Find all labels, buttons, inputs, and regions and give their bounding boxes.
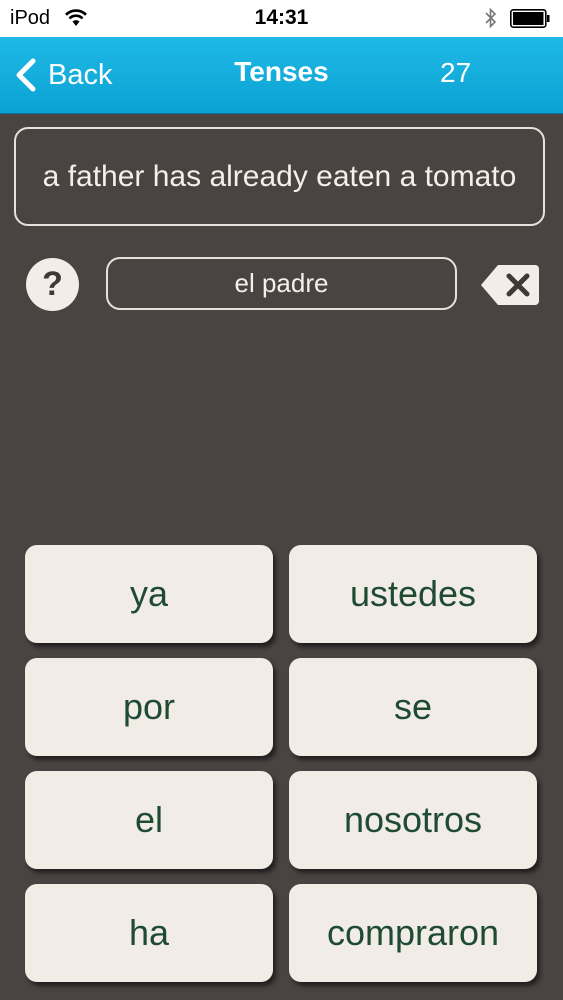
word-button[interactable]: nosotros [289,771,537,869]
answer-field[interactable]: el padre [106,257,457,310]
word-label: el [134,799,164,840]
word-label: ya [129,573,169,614]
bluetooth-icon [485,7,497,29]
status-bar: iPod 14:31 [0,0,563,37]
help-icon: ? [42,265,63,303]
battery-icon [510,9,550,28]
word-label: se [393,686,433,727]
prompt-text: a father has already eaten a tomato [42,159,517,193]
question-count: 27 [440,57,472,88]
answer-text: el padre [234,268,329,298]
prompt-box: a father has already eaten a tomato [14,127,545,226]
word-label: por [122,686,176,727]
word-label: compraron [326,912,500,953]
page-title: Tenses [234,56,329,87]
word-label: ustedes [349,573,477,614]
word-button[interactable]: compraron [289,884,537,982]
word-label: ha [128,912,170,953]
help-button[interactable]: ? [26,258,79,311]
nav-bar: Back Tenses 27 [0,37,563,114]
word-button[interactable]: el [25,771,273,869]
backspace-icon[interactable] [480,264,540,306]
word-button[interactable]: se [289,658,537,756]
word-label: nosotros [343,799,483,840]
word-button[interactable]: ya [25,545,273,643]
word-button[interactable]: por [25,658,273,756]
word-button[interactable]: ha [25,884,273,982]
word-button[interactable]: ustedes [289,545,537,643]
clock: 14:31 [254,6,309,29]
